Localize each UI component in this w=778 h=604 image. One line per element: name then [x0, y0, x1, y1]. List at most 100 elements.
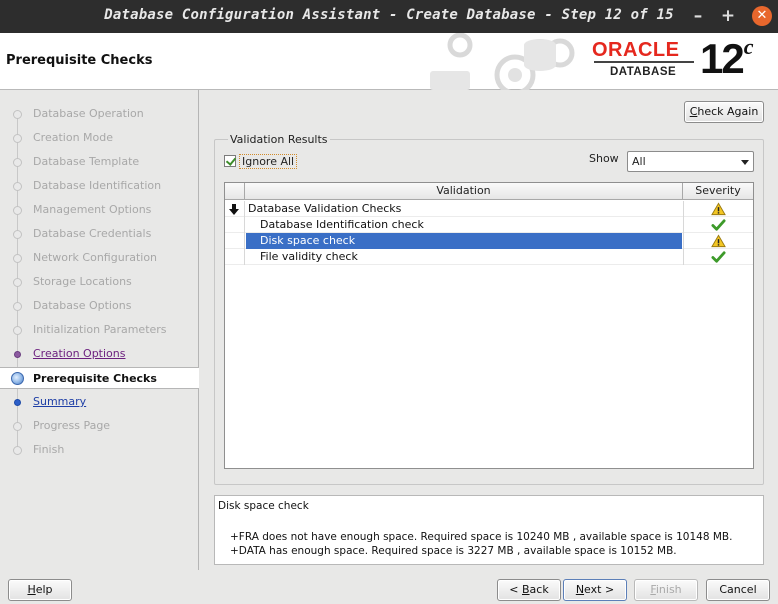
check-again-button[interactable]: Check Again: [684, 101, 764, 123]
severity-cell: [683, 217, 753, 233]
success-check-icon: [711, 218, 726, 232]
nav-step-prerequisite-checks[interactable]: Prerequisite Checks: [0, 367, 199, 389]
nav-step-label: Initialization Parameters: [33, 323, 167, 336]
nav-step-label: Creation Options: [33, 347, 126, 360]
row-gutter: [225, 201, 245, 217]
step-marker-icon: [13, 326, 22, 335]
back-button[interactable]: < Back: [497, 579, 561, 601]
nav-step-label: Progress Page: [33, 419, 111, 432]
show-label: Show: [589, 152, 619, 165]
nav-step-creation-options[interactable]: Creation Options: [0, 343, 198, 365]
nav-step-summary[interactable]: Summary: [0, 391, 198, 413]
ignore-all-label[interactable]: Ignore All: [239, 153, 298, 169]
nav-step-database-template: Database Template: [0, 151, 198, 173]
severity-cell: [683, 249, 753, 265]
window-titlebar: Database Configuration Assistant - Creat…: [0, 0, 778, 33]
severity-cell: [683, 233, 753, 249]
nav-step-database-credentials: Database Credentials: [0, 223, 198, 245]
step-marker-icon: [13, 158, 22, 167]
step-navigator: Database Operation Creation Mode Database …: [0, 90, 199, 570]
nav-step-network-configuration: Network Configuration: [0, 247, 198, 269]
chevron-down-icon: [741, 160, 749, 165]
details-line-data: +DATA has enough space. Required space i…: [230, 545, 677, 557]
logo-product: DATABASE: [610, 66, 677, 78]
help-button[interactable]: Help: [8, 579, 72, 601]
nav-step-label: Finish: [33, 443, 65, 456]
step-marker-icon: [13, 110, 22, 119]
warning-icon: [711, 202, 726, 216]
validation-cell[interactable]: File validity check: [246, 249, 682, 265]
table-row[interactable]: Disk space check: [225, 233, 753, 249]
nav-step-label: Database Identification: [33, 179, 162, 192]
step-marker-icon: [13, 422, 22, 431]
window-title: Database Configuration Assistant - Creat…: [104, 7, 674, 23]
validation-cell[interactable]: Database Identification check: [246, 217, 682, 233]
nav-step-label: Storage Locations: [33, 275, 132, 288]
nav-step-storage-locations: Storage Locations: [0, 271, 198, 293]
row-gutter: [225, 217, 245, 233]
nav-step-progress-page: Progress Page: [0, 415, 198, 437]
details-panel: Disk space check +FRA does not have enou…: [214, 495, 764, 565]
close-button[interactable]: ✕: [752, 6, 772, 26]
table-row[interactable]: File validity check: [225, 249, 753, 265]
severity-cell: [683, 201, 753, 217]
nav-step-label: Creation Mode: [33, 131, 114, 144]
nav-step-initialization-parameters: Initialization Parameters: [0, 319, 198, 341]
success-check-icon: [711, 250, 726, 264]
validation-cell[interactable]: Disk space check: [246, 233, 682, 249]
details-title: Disk space check: [218, 500, 309, 512]
nav-step-label: Database Template: [33, 155, 140, 168]
nav-step-label: Database Credentials: [33, 227, 152, 240]
nav-step-management-options: Management Options: [0, 199, 198, 221]
gears-icon: [430, 33, 575, 90]
table-header-gutter: [225, 183, 245, 200]
oracle-database-12c-logo: ORACLE DATABASE 12c: [592, 34, 772, 85]
step-marker-icon: [13, 278, 22, 287]
warning-icon: [711, 234, 726, 248]
step-marker-icon: [14, 351, 21, 358]
details-line-fra: +FRA does not have enough space. Require…: [230, 531, 733, 543]
step-marker-icon: [13, 302, 22, 311]
logo-version: 12c: [700, 34, 753, 82]
table-row[interactable]: Database Validation Checks: [225, 201, 753, 217]
step-marker-icon: [13, 446, 22, 455]
next-button[interactable]: Next >: [563, 579, 627, 601]
nav-step-label: Management Options: [33, 203, 152, 216]
minimize-button[interactable]: –: [688, 6, 708, 26]
nav-step-label: Summary: [33, 395, 87, 408]
cancel-button[interactable]: Cancel: [706, 579, 770, 601]
nav-step-database-operation: Database Operation: [0, 103, 198, 125]
ignore-all-checkbox[interactable]: Ignore All: [224, 153, 298, 169]
row-gutter: [225, 249, 245, 265]
step-marker-icon: [13, 254, 22, 263]
nav-step-label: Database Options: [33, 299, 132, 312]
ignore-all-check-icon[interactable]: [224, 155, 236, 167]
validation-results-title: Validation Results: [228, 133, 330, 146]
wizard-footer: Help < Back Next > Finish Cancel: [0, 570, 778, 604]
nav-step-finish: Finish: [0, 439, 198, 461]
maximize-button[interactable]: +: [718, 6, 738, 26]
step-marker-icon: [11, 372, 24, 385]
nav-step-label: Network Configuration: [33, 251, 158, 264]
table-row[interactable]: Database Identification check: [225, 217, 753, 233]
column-header-severity[interactable]: Severity: [683, 183, 753, 200]
nav-step-database-options: Database Options: [0, 295, 198, 317]
page-title: Prerequisite Checks: [6, 53, 153, 68]
expand-arrow-icon[interactable]: [228, 204, 240, 215]
step-marker-icon: [14, 399, 21, 406]
main-panel: Check Again Validation Results Ignore Al…: [200, 90, 778, 570]
nav-step-database-identification: Database Identification: [0, 175, 198, 197]
show-filter-select[interactable]: All: [627, 151, 754, 172]
show-filter-value: All: [632, 155, 646, 168]
validation-table: Validation Severity Database Validation …: [224, 182, 754, 469]
nav-step-creation-mode: Creation Mode: [0, 127, 198, 149]
row-gutter: [225, 233, 245, 249]
nav-step-label: Database Operation: [33, 107, 144, 120]
validation-cell[interactable]: Database Validation Checks: [246, 201, 682, 217]
logo-brand: ORACLE: [592, 39, 680, 61]
step-marker-icon: [13, 134, 22, 143]
finish-button[interactable]: Finish: [634, 579, 698, 601]
step-marker-icon: [13, 206, 22, 215]
step-marker-icon: [13, 182, 22, 191]
column-header-validation[interactable]: Validation: [245, 183, 683, 200]
